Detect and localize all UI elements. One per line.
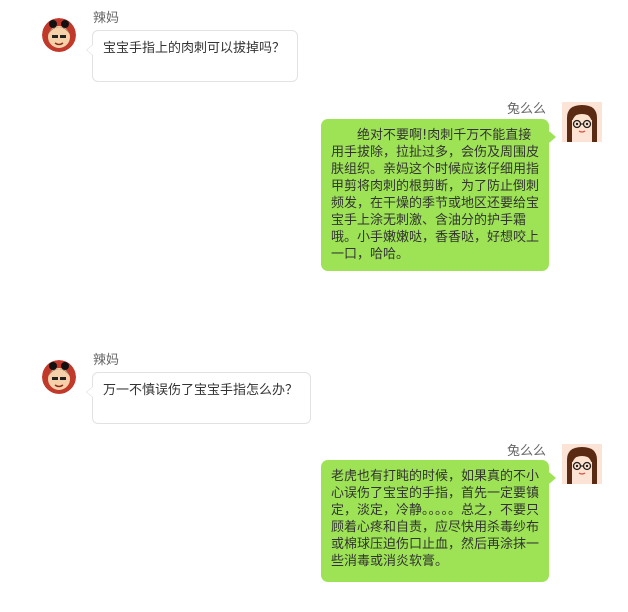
message-bubble: 绝对不要啊!肉刺千万不能直接用手拔除，拉扯过多，会伤及周围皮肤组织。亲妈这个时候… (321, 119, 556, 271)
message-text: 万一不慎误伤了宝宝手指怎么办？ (103, 383, 299, 398)
message-bubble: 老虎也有打盹的时候，如果真的不小心误伤了宝宝的手指，首先一定要镇定，淡定，冷静。… (321, 460, 556, 582)
message-text: 老虎也有打盹的时候，如果真的不小心误伤了宝宝的手指，首先一定要镇定，淡定，冷静。… (331, 469, 540, 569)
sender-name: 辣妈 (93, 353, 120, 368)
sender-name: 兔么么 (506, 102, 546, 117)
chat-message-left: 辣妈 万一不慎误伤了宝宝手指怎么办？ (0, 342, 628, 432)
chat-message-right: 兔么么 老虎也有打盹的时候，如果真的不小心误伤了宝宝的手指，首先一定要镇定，淡定… (0, 438, 628, 588)
girl-glasses-avatar-icon (562, 444, 602, 484)
message-bubble: 宝宝手指上的肉刺可以拔掉吗？ (86, 30, 298, 82)
girl-glasses-avatar-icon (562, 102, 602, 142)
message-text: 宝宝手指上的肉刺可以拔掉吗？ (103, 41, 286, 56)
chat-message-right: 兔么么 绝对不要啊!肉刺千万不能直接用手拔除，拉扯过多，会伤及周围皮肤组织。亲妈… (0, 96, 628, 276)
message-text: 绝对不要啊!肉刺千万不能直接用手拔除，拉扯过多，会伤及周围皮肤组织。亲妈这个时候… (331, 128, 540, 262)
chat-message-left: 辣妈 宝宝手指上的肉刺可以拔掉吗？ (0, 0, 628, 90)
message-bubble: 万一不慎误伤了宝宝手指怎么办？ (86, 372, 311, 424)
chat-conversation: 辣妈 宝宝手指上的肉刺可以拔掉吗？ 兔么么 绝对不要啊!肉刺千万不能直接用手拔除… (0, 0, 628, 612)
sender-name: 辣妈 (93, 11, 120, 26)
sender-name: 兔么么 (506, 444, 546, 459)
mom-cartoon-avatar-icon (42, 360, 76, 394)
mom-cartoon-avatar-icon (42, 18, 76, 52)
